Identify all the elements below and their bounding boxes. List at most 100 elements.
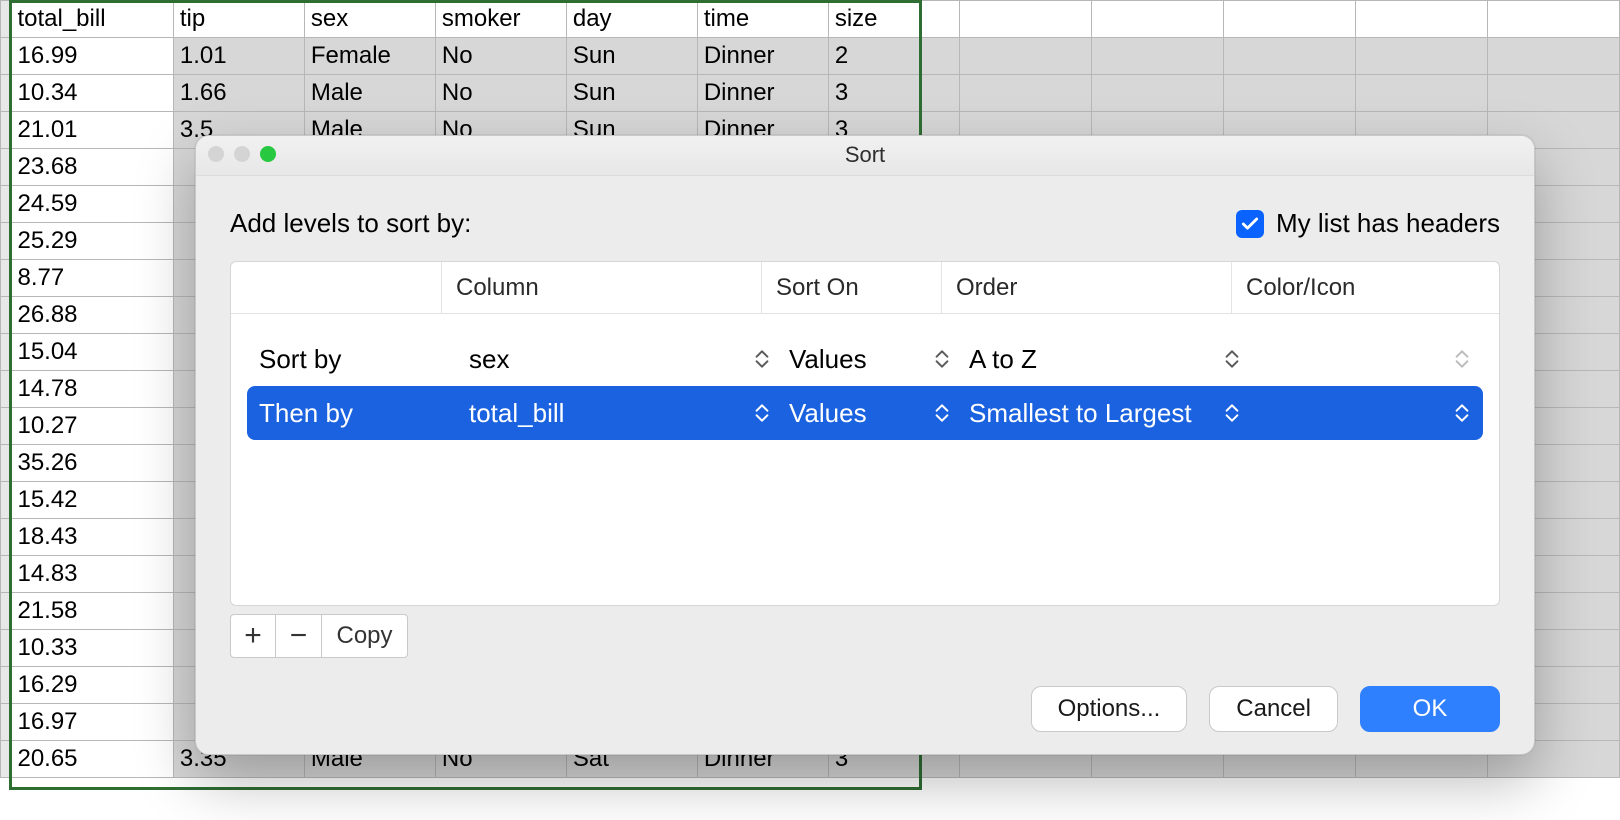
- cell[interactable]: No: [435, 75, 566, 112]
- cell[interactable]: [1355, 1, 1487, 38]
- cell[interactable]: [959, 38, 1091, 75]
- copy-level-button[interactable]: Copy: [322, 614, 408, 658]
- row-header[interactable]: [1, 149, 11, 186]
- sort-order-select[interactable]: Smallest to Largest: [969, 386, 1259, 440]
- cell[interactable]: 3: [828, 75, 959, 112]
- chevron-updown-icon: [933, 349, 951, 369]
- cell[interactable]: 15.42: [11, 482, 173, 519]
- sort-on-select[interactable]: Values: [789, 386, 969, 440]
- sort-column-select[interactable]: total_bill: [469, 386, 789, 440]
- cell[interactable]: 16.97: [11, 704, 173, 741]
- cell[interactable]: 21.01: [11, 112, 173, 149]
- cell[interactable]: [1091, 75, 1223, 112]
- cell[interactable]: 1.66: [173, 75, 304, 112]
- cell[interactable]: 2: [828, 38, 959, 75]
- sort-level-label: Then by: [259, 386, 469, 440]
- cell[interactable]: [1355, 38, 1487, 75]
- column-header[interactable]: time: [697, 1, 828, 38]
- chevron-updown-icon: [1453, 349, 1471, 369]
- cell[interactable]: Male: [304, 75, 435, 112]
- cell[interactable]: Dinner: [697, 75, 828, 112]
- cell[interactable]: 16.99: [11, 38, 173, 75]
- cell[interactable]: 23.68: [11, 149, 173, 186]
- cell[interactable]: [1223, 38, 1355, 75]
- cell[interactable]: [959, 75, 1091, 112]
- cell[interactable]: 1.01: [173, 38, 304, 75]
- column-header[interactable]: day: [566, 1, 697, 38]
- cell[interactable]: 15.04: [11, 334, 173, 371]
- cell[interactable]: 25.29: [11, 223, 173, 260]
- cell[interactable]: 14.78: [11, 371, 173, 408]
- cancel-button[interactable]: Cancel: [1209, 686, 1338, 732]
- cell[interactable]: 26.88: [11, 297, 173, 334]
- sort-dialog: Sort Add levels to sort by: My list has …: [195, 135, 1535, 755]
- cell[interactable]: No: [435, 38, 566, 75]
- row-header[interactable]: [1, 223, 11, 260]
- cell[interactable]: 21.58: [11, 593, 173, 630]
- cell[interactable]: [1091, 38, 1223, 75]
- cell[interactable]: 18.43: [11, 519, 173, 556]
- row-header[interactable]: [1, 1, 11, 38]
- column-header[interactable]: tip: [173, 1, 304, 38]
- row-header[interactable]: [1, 260, 11, 297]
- options-button[interactable]: Options...: [1031, 686, 1188, 732]
- cell[interactable]: [1487, 38, 1619, 75]
- row-header[interactable]: [1, 482, 11, 519]
- row-header[interactable]: [1, 704, 11, 741]
- ok-button[interactable]: OK: [1360, 686, 1500, 732]
- row-header[interactable]: [1, 667, 11, 704]
- row-header[interactable]: [1, 371, 11, 408]
- cell[interactable]: 35.26: [11, 445, 173, 482]
- row-header[interactable]: [1, 75, 11, 112]
- row-header[interactable]: [1, 630, 11, 667]
- sort-level-row[interactable]: Then bytotal_bill Values Smallest to Lar…: [247, 386, 1483, 440]
- sort-coloricon-select[interactable]: [1259, 332, 1489, 386]
- chevron-updown-icon: [1453, 403, 1471, 423]
- cell[interactable]: 8.77: [11, 260, 173, 297]
- cell[interactable]: [1487, 1, 1619, 38]
- cell[interactable]: Sun: [566, 38, 697, 75]
- cell[interactable]: 10.27: [11, 408, 173, 445]
- sort-coloricon-select[interactable]: [1259, 386, 1489, 440]
- sort-levels-panel: Column Sort On Order Color/Icon Sort bys…: [230, 261, 1500, 606]
- cell[interactable]: [1223, 1, 1355, 38]
- column-header[interactable]: total_bill: [11, 1, 173, 38]
- dialog-titlebar[interactable]: Sort: [196, 136, 1534, 176]
- cell[interactable]: 16.29: [11, 667, 173, 704]
- column-header[interactable]: sex: [304, 1, 435, 38]
- row-header[interactable]: [1, 593, 11, 630]
- cell[interactable]: 10.33: [11, 630, 173, 667]
- row-header[interactable]: [1, 38, 11, 75]
- cell[interactable]: Dinner: [697, 38, 828, 75]
- cell[interactable]: [1355, 75, 1487, 112]
- row-header[interactable]: [1, 741, 11, 778]
- column-header[interactable]: smoker: [435, 1, 566, 38]
- cell[interactable]: 10.34: [11, 75, 173, 112]
- sort-order-select[interactable]: A to Z: [969, 332, 1259, 386]
- row-header[interactable]: [1, 112, 11, 149]
- chevron-updown-icon: [1223, 349, 1241, 369]
- row-header[interactable]: [1, 186, 11, 223]
- cell[interactable]: [1223, 75, 1355, 112]
- row-header[interactable]: [1, 334, 11, 371]
- cell[interactable]: [959, 1, 1091, 38]
- row-header[interactable]: [1, 556, 11, 593]
- column-header[interactable]: size: [828, 1, 959, 38]
- cell[interactable]: Sun: [566, 75, 697, 112]
- row-header[interactable]: [1, 445, 11, 482]
- cell[interactable]: 20.65: [11, 741, 173, 778]
- row-header[interactable]: [1, 297, 11, 334]
- sort-level-row[interactable]: Sort bysex Values A to Z: [247, 332, 1483, 386]
- row-header[interactable]: [1, 519, 11, 556]
- remove-level-button[interactable]: −: [276, 614, 322, 658]
- cell[interactable]: [1487, 75, 1619, 112]
- cell[interactable]: 24.59: [11, 186, 173, 223]
- cell[interactable]: 14.83: [11, 556, 173, 593]
- cell[interactable]: [1091, 1, 1223, 38]
- row-header[interactable]: [1, 408, 11, 445]
- headers-checkbox[interactable]: My list has headers: [1236, 208, 1500, 239]
- sort-column-select[interactable]: sex: [469, 332, 789, 386]
- cell[interactable]: Female: [304, 38, 435, 75]
- sort-on-select[interactable]: Values: [789, 332, 969, 386]
- add-level-button[interactable]: +: [230, 614, 276, 658]
